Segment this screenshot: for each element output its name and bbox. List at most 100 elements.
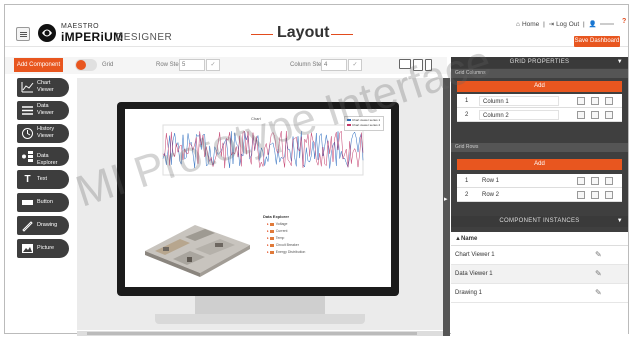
save-dashboard-button[interactable]: Save Dashboard: [574, 36, 620, 47]
grid-rows-label: Grid Rows: [451, 143, 628, 152]
logo-text: iMPERiUM: [61, 30, 124, 44]
home-link[interactable]: Home: [522, 21, 539, 28]
row-name-input[interactable]: Row 2: [479, 190, 559, 200]
user-icon: 👤: [588, 21, 597, 28]
column-row: 2 Column 2: [457, 108, 622, 122]
page-title: Layout: [277, 24, 330, 41]
resize-icon[interactable]: [577, 111, 585, 119]
title-line-right: [331, 34, 353, 35]
component-data-viewer[interactable]: Data Viewer: [17, 101, 69, 120]
data-explorer-title: Data Explorer: [263, 214, 290, 219]
legend-item: Chart viewer series 1: [352, 118, 381, 122]
properties-panel: GRID PROPERTIES ▼ Grid Columns Add 1 Col…: [451, 57, 628, 336]
separator: |: [543, 21, 545, 28]
grid-toggle[interactable]: [75, 59, 97, 71]
monitor-base: [155, 314, 365, 324]
tree-item[interactable]: ▸ Energy Distribution: [267, 249, 305, 256]
panel-collapse-bar[interactable]: [443, 78, 450, 336]
row-number: 1: [465, 98, 469, 104]
chart-series-line: [162, 130, 364, 169]
column-name-input[interactable]: Column 1: [479, 96, 559, 106]
component-data-explorer[interactable]: Data Explorer: [17, 147, 69, 166]
data-explorer-tree: ▸ Voltage ▸ Current ▸ Temp ▸ Circuit Breaker…: [267, 221, 305, 256]
resize-icon[interactable]: [577, 191, 585, 199]
hamburger-menu-icon[interactable]: [16, 27, 30, 41]
section-title: COMPONENT INSTANCES: [499, 218, 580, 224]
grid-label: Grid: [102, 62, 114, 68]
pencil-icon[interactable]: ✎: [595, 288, 604, 297]
edit-icon[interactable]: [605, 111, 613, 119]
component-label: Picture: [37, 245, 55, 251]
edit-icon[interactable]: [605, 97, 613, 105]
copy-icon[interactable]: [591, 177, 599, 185]
instance-row[interactable]: Drawing 1 ✎: [451, 284, 628, 303]
component-instances-header[interactable]: COMPONENT INSTANCES ▼: [451, 216, 628, 227]
component-label: History Viewer: [37, 126, 55, 139]
edit-icon[interactable]: [605, 191, 613, 199]
column-name-input[interactable]: Column 2: [479, 110, 559, 120]
name-column-header[interactable]: ▲Name: [451, 232, 628, 246]
row-number: 1: [465, 178, 469, 184]
chevron-right-icon[interactable]: ▸: [444, 195, 448, 203]
row-name-input[interactable]: Row 1: [479, 176, 559, 186]
column-row: 1 Column 1: [457, 94, 622, 108]
copy-icon[interactable]: [591, 191, 599, 199]
collapse-triangle-icon[interactable]: ▼: [617, 57, 623, 68]
instance-row[interactable]: Data Viewer 1 ✎: [451, 265, 628, 284]
tree-item[interactable]: ▸ Voltage: [267, 221, 305, 228]
home-icon: ⌂: [516, 21, 520, 28]
tree-item[interactable]: ▸ Current: [267, 228, 305, 235]
edit-icon[interactable]: [605, 177, 613, 185]
collapse-triangle-icon[interactable]: ▼: [617, 216, 623, 227]
component-history-viewer[interactable]: History Viewer: [17, 124, 69, 143]
drawing-icon: [22, 221, 33, 232]
user-name: [600, 23, 615, 26]
component-drawing[interactable]: Drawing: [17, 216, 69, 235]
component-label: Button: [37, 199, 53, 205]
pencil-icon[interactable]: ✎: [595, 269, 604, 278]
separator: |: [583, 21, 585, 28]
column-step-apply-button[interactable]: ✓: [348, 59, 362, 71]
add-component-button[interactable]: Add Component: [14, 58, 63, 72]
component-label: Data Viewer: [37, 103, 54, 116]
instance-name: Data Viewer 1: [455, 271, 493, 277]
chart-icon: [21, 82, 34, 93]
tree-item[interactable]: ▸ Temp: [267, 235, 305, 242]
resize-icon[interactable]: [577, 177, 585, 185]
column-step-label: Column Step: [290, 62, 325, 68]
component-picture[interactable]: Picture: [17, 239, 69, 258]
logout-link[interactable]: Log Out: [556, 21, 579, 28]
component-chart-viewer[interactable]: Chart Viewer: [17, 78, 69, 97]
grid-columns-label: Grid Columns: [451, 69, 628, 78]
row-step-apply-button[interactable]: ✓: [206, 59, 220, 71]
logo-text-small: MAESTRO: [61, 23, 100, 30]
component-button[interactable]: Button: [17, 193, 69, 212]
add-row-button[interactable]: Add: [457, 159, 622, 170]
column-list: 1 Column 1 2 Column 2: [457, 94, 622, 122]
row-number: 2: [465, 192, 469, 198]
grid-properties-header[interactable]: GRID PROPERTIES ▼: [451, 57, 628, 68]
tablet-view-icon[interactable]: [413, 59, 423, 71]
component-text[interactable]: T Text: [17, 170, 69, 189]
row-list: 1 Row 1 2 Row 2: [457, 174, 622, 202]
copy-icon[interactable]: [591, 97, 599, 105]
pencil-icon[interactable]: ✎: [595, 250, 604, 259]
tree-item[interactable]: ▸ Circuit Breaker: [267, 242, 305, 249]
column-step-select[interactable]: 4: [321, 59, 347, 71]
desktop-view-icon[interactable]: [399, 59, 411, 69]
resize-icon[interactable]: [577, 97, 585, 105]
floorplan-drawing[interactable]: [135, 211, 255, 279]
chart-preview[interactable]: [145, 121, 385, 189]
copy-icon[interactable]: [591, 111, 599, 119]
instance-row[interactable]: Chart Viewer 1 ✎: [451, 246, 628, 265]
row-step-select[interactable]: 5: [179, 59, 205, 71]
component-label: Chart Viewer: [37, 80, 54, 93]
add-column-button[interactable]: Add: [457, 81, 622, 92]
row-number: 2: [465, 112, 469, 118]
phone-view-icon[interactable]: [425, 59, 432, 71]
canvas-horizontal-scrollbar[interactable]: [77, 331, 443, 336]
picture-icon: [22, 244, 33, 253]
data-explorer-icon: [22, 151, 33, 162]
logo-designer: DESIGNER: [116, 32, 173, 43]
help-icon[interactable]: ?: [622, 18, 626, 25]
